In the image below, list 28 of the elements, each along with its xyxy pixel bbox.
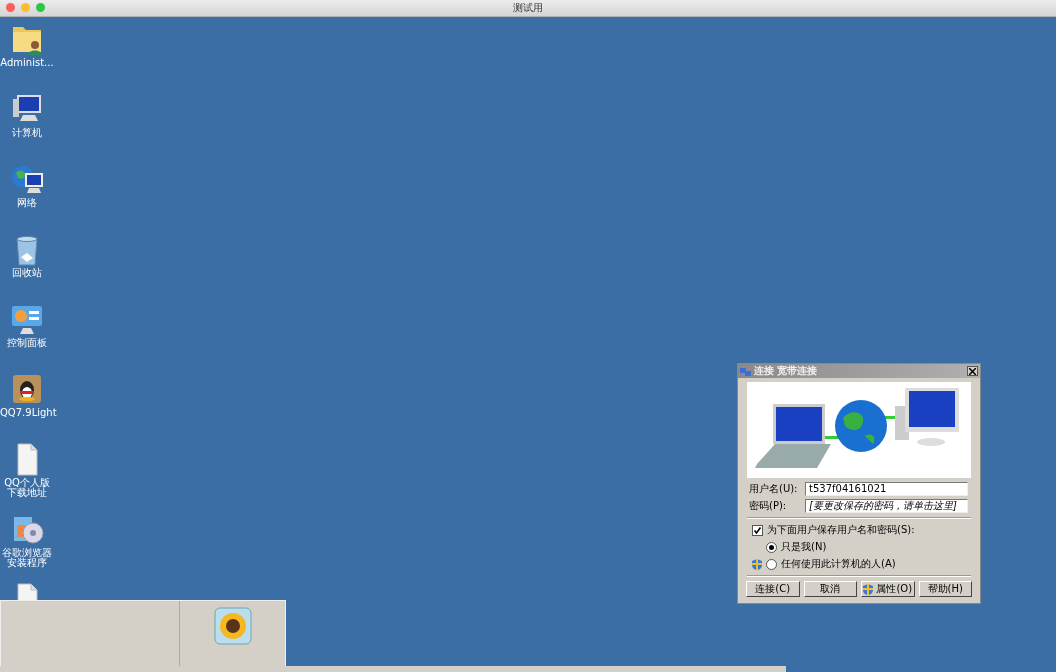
window-title: 测试用 [513, 1, 543, 15]
desktop-icon-label[interactable]: 控制面板 [0, 338, 54, 348]
password-field[interactable]: [要更改保存的密码，请单击这里] [805, 499, 968, 513]
dialog-button[interactable]: 帮助(H) [918, 581, 972, 597]
save-checkbox[interactable] [752, 524, 763, 536]
shield-icon [863, 583, 874, 595]
desktop-icon-label[interactable]: 网络 [0, 198, 54, 208]
radio-label: 任何使用此计算机的人(A) [781, 557, 896, 571]
desktop-icon-label[interactable]: 回收站 [0, 268, 54, 278]
shield-icon [752, 558, 762, 570]
network-icon [740, 365, 751, 377]
username-field[interactable]: t537f04161021 [805, 482, 968, 496]
radio-button[interactable] [766, 541, 777, 553]
desktop-icon-label[interactable]: QQ个人版下载地址 [0, 478, 54, 498]
desktop-icon-label[interactable]: 谷歌浏览器安装程序 [0, 548, 54, 568]
desktop-icon-label[interactable]: 计算机 [0, 128, 54, 138]
username-label: 用户名(U): [749, 482, 799, 496]
save-checkbox-label: 为下面用户保存用户名和密码(S): [767, 523, 915, 537]
sunflower-icon[interactable] [214, 607, 252, 645]
dialog-title: 连接 宽带连接 [754, 364, 819, 378]
dialog-button[interactable]: 连接(C) [746, 581, 800, 597]
dialog-button[interactable]: 属性(O) [861, 581, 915, 597]
close-button[interactable] [967, 366, 978, 376]
radio-button[interactable] [766, 558, 777, 570]
dialog-button[interactable]: 取消 [803, 581, 857, 597]
desktop-icon-label[interactable]: Administ... [0, 58, 54, 68]
radio-label: 只是我(N) [781, 540, 827, 554]
password-label: 密码(P): [749, 499, 788, 513]
